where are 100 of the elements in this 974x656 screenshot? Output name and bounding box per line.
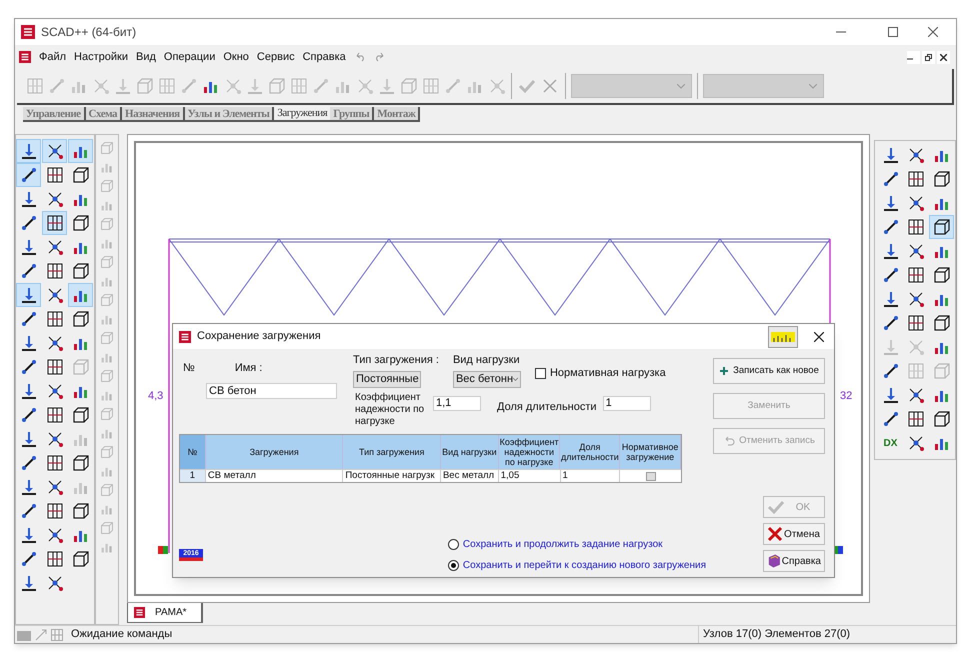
factor-field[interactable]: 1,1: [433, 396, 481, 411]
grid-icon: [51, 628, 63, 640]
document-restore-button[interactable]: [922, 50, 935, 64]
column-header[interactable]: Нормативное загружение: [620, 435, 682, 469]
node-label: 4,3: [148, 389, 164, 404]
menu-item[interactable]: Окно: [223, 48, 249, 66]
load-kind-select[interactable]: Вес бетонн: [452, 370, 521, 388]
menu-item[interactable]: Сервис: [256, 48, 295, 66]
beam-icon: [882, 410, 900, 428]
grid-icon: [907, 362, 926, 380]
cube-icon: [72, 214, 90, 232]
column-header[interactable]: Загружения: [206, 435, 344, 469]
action-button[interactable]: Записать как новое: [713, 358, 825, 384]
cube-icon: [100, 179, 114, 193]
folder-icon: [17, 628, 31, 640]
node-icon: [46, 286, 64, 304]
load-arrow-icon: [246, 77, 264, 95]
load-type-select[interactable]: Постоянные: [353, 370, 421, 388]
app-logo-icon: [19, 51, 31, 63]
cube-icon: [72, 358, 90, 376]
menu-item[interactable]: Справка: [302, 48, 346, 66]
status-message: Ожидание команды: [71, 627, 174, 642]
load-arrow-icon: [378, 77, 396, 95]
resize-icon: [35, 628, 47, 640]
node-icon: [907, 242, 926, 260]
menu-item[interactable]: Настройки: [74, 48, 128, 66]
beam-icon: [20, 214, 38, 232]
name-field[interactable]: СВ бетон: [206, 382, 337, 398]
node-icon: [46, 382, 64, 400]
palette-button[interactable]: [42, 139, 67, 163]
cube-icon: [932, 170, 951, 188]
palette-button[interactable]: [16, 139, 41, 163]
palette-button[interactable]: [929, 215, 954, 239]
grid-icon: [907, 170, 926, 188]
table-checkbox[interactable]: [646, 472, 656, 480]
cube-icon: [72, 550, 90, 568]
column-header[interactable]: №: [180, 435, 206, 469]
check-icon: [767, 499, 785, 515]
load-arrow-icon: [882, 290, 900, 308]
beam-icon: [180, 77, 198, 95]
beam-icon: [882, 266, 900, 284]
grid-icon: [422, 77, 440, 95]
plus-icon: [719, 366, 730, 376]
cube-icon: [932, 266, 951, 284]
cube-icon: [100, 445, 114, 459]
grid-icon: [158, 77, 176, 95]
column-header[interactable]: Коэффициент надежности по нагрузке: [498, 435, 560, 469]
checkbox-label: Нормативная нагрузка: [550, 366, 666, 381]
palette-button[interactable]: [16, 163, 41, 187]
beam-icon: [48, 77, 66, 95]
field-label: Доля длительности: [497, 400, 597, 415]
grid-icon: [907, 266, 926, 284]
load-arrow-icon: [20, 574, 38, 592]
load-arrow-icon: [20, 382, 38, 400]
checkbox[interactable]: [534, 368, 546, 379]
node-icon: [46, 430, 64, 448]
menu-item[interactable]: Файл: [39, 48, 66, 66]
node-icon: [46, 190, 64, 208]
palette-button[interactable]: DX: [878, 431, 903, 455]
radio-button[interactable]: [448, 539, 459, 550]
beam-icon: [20, 262, 38, 280]
cube-icon: [72, 310, 90, 328]
node-icon: [907, 434, 926, 452]
radio-button[interactable]: [448, 560, 459, 571]
palette-button[interactable]: [16, 283, 41, 307]
beam-icon: [882, 314, 900, 332]
grid-icon: [46, 454, 64, 472]
load-arrow-icon: [20, 142, 38, 160]
cube-icon: [268, 77, 286, 95]
load-arrow-icon: [20, 334, 38, 352]
palette-button[interactable]: [42, 211, 67, 235]
dialog-button[interactable]: Справка: [763, 550, 825, 572]
document-close-button[interactable]: [937, 50, 950, 64]
grid-icon: [26, 77, 44, 95]
beam-icon: [882, 170, 900, 188]
cube-icon: [100, 293, 114, 307]
load-arrow-icon: [882, 338, 900, 356]
menu-item[interactable]: Вид: [136, 48, 156, 66]
field-label: Вид нагрузки: [452, 353, 521, 368]
status-counts: Узлов 17(0) Элементов 27(0): [698, 626, 954, 643]
column-header[interactable]: Доля длительности: [560, 435, 620, 469]
duration-field[interactable]: 1: [602, 396, 651, 411]
grid-icon: [907, 218, 926, 236]
document-minimize-button[interactable]: [907, 50, 920, 64]
grid-icon: [46, 214, 64, 232]
document-tab[interactable]: РАМА*: [127, 603, 203, 623]
grid-icon: [907, 314, 926, 332]
radio-label: Сохранить и перейти к созданию нового загружения: [462, 559, 706, 573]
ruler-button[interactable]: [768, 326, 798, 348]
node-icon: [907, 146, 926, 164]
field-label: Тип загружения :: [353, 353, 439, 368]
beam-icon: [882, 218, 900, 236]
cube-icon: [400, 77, 418, 95]
chevron-down-icon: [809, 84, 817, 88]
grid-icon: [46, 406, 64, 424]
dialog-button[interactable]: Отмена: [763, 523, 825, 545]
column-header[interactable]: Вид нагрузки: [440, 435, 499, 469]
menu-item[interactable]: Операции: [164, 48, 216, 66]
restore-icon: [925, 54, 932, 60]
column-header[interactable]: Тип загружения: [343, 435, 441, 469]
